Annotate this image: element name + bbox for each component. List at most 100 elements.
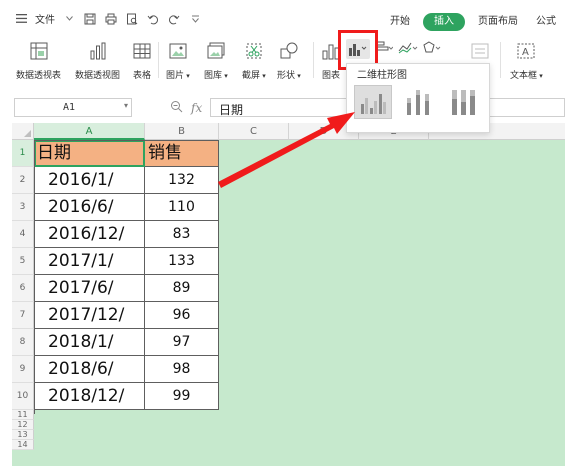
picture-button[interactable]: 图片 ▾ (166, 40, 190, 81)
row-header-4[interactable]: 4 (12, 221, 34, 248)
column-header-b[interactable]: B (145, 123, 219, 140)
table-cell-date[interactable]: 2016/12/ (34, 221, 145, 248)
pivot-chart-icon (87, 40, 109, 62)
clustered-column-icon (361, 94, 386, 114)
table-cell-sales[interactable]: 133 (145, 248, 219, 275)
zoom-search-icon[interactable] (170, 100, 183, 116)
picture-label: 图片 ▾ (166, 71, 190, 81)
textbox-label: 文本框 ▾ (510, 71, 543, 81)
hamburger-menu-icon[interactable] (14, 12, 28, 26)
table-cell-date[interactable]: 2017/6/ (34, 275, 145, 302)
table-cell-sales[interactable]: 97 (145, 329, 219, 356)
row-header-11[interactable]: 11 (12, 410, 34, 420)
chevron-down-icon[interactable] (62, 12, 76, 26)
ribbon-separator (313, 42, 314, 78)
screenshot-label: 截屏 ▾ (242, 71, 266, 81)
gallery-label: 图库 ▾ (204, 71, 228, 81)
line-chart-icon[interactable] (398, 39, 418, 57)
quick-access: 文件 (14, 11, 202, 26)
print-icon[interactable] (104, 12, 118, 26)
column-header-a[interactable]: A (34, 123, 145, 140)
table-icon (131, 40, 153, 62)
name-box[interactable]: A1 ▾ (14, 98, 132, 117)
scissors-icon (243, 40, 265, 62)
table-cell-sales[interactable]: 89 (145, 275, 219, 302)
spreadsheet-grid[interactable]: ABCDE 1234567891011121314 日期销售2016/1/132… (12, 123, 565, 466)
textbox-button[interactable]: A 文本框 ▾ (510, 40, 543, 81)
undo-icon[interactable] (146, 12, 160, 26)
row-header-13[interactable]: 13 (12, 430, 34, 440)
table-label: 表格 (132, 71, 151, 81)
cell-b1-header[interactable]: 销售 (145, 140, 219, 167)
shapes-label: 形状 ▾ (277, 71, 301, 81)
table-cell-date[interactable]: 2016/6/ (34, 194, 145, 221)
gallery-button[interactable]: 图库 ▾ (204, 40, 228, 81)
table-cell-date[interactable]: 2017/12/ (34, 302, 145, 329)
table-cell-sales[interactable]: 110 (145, 194, 219, 221)
row-header-8[interactable]: 8 (12, 329, 34, 356)
table-cell-date[interactable]: 2018/12/ (34, 383, 145, 410)
table-cell-sales[interactable]: 98 (145, 356, 219, 383)
row-header-6[interactable]: 6 (12, 275, 34, 302)
pivot-chart-button[interactable]: 数据透视图 (75, 40, 120, 81)
ribbon-tabs: 开始 插入 页面布局 公式 (381, 13, 565, 31)
table-cell-sales[interactable]: 99 (145, 383, 219, 410)
gallery-icon (205, 40, 227, 62)
row-header-9[interactable]: 9 (12, 356, 34, 383)
percent-stacked-column-option[interactable] (444, 85, 482, 119)
tab-home[interactable]: 开始 (381, 13, 419, 31)
column-chart-dropdown: 二维柱形图 (346, 63, 490, 133)
chart-template-icon (469, 40, 491, 62)
svg-text:A: A (522, 47, 529, 58)
row-header-7[interactable]: 7 (12, 302, 34, 329)
redo-icon[interactable] (167, 12, 181, 26)
row-header-5[interactable]: 5 (12, 248, 34, 275)
picture-icon (167, 40, 189, 62)
formula-tools: fx (170, 100, 202, 116)
chart-type-buttons (374, 39, 442, 57)
clustered-column-option[interactable] (354, 85, 392, 119)
pivot-table-icon (28, 40, 50, 62)
table-cell-date[interactable]: 2016/1/ (34, 167, 145, 194)
screenshot-button[interactable]: 截屏 ▾ (242, 40, 266, 81)
row-header-2[interactable]: 2 (12, 167, 34, 194)
select-all-corner[interactable] (12, 123, 34, 140)
menu-bar: 文件 开始 插入 页面布局 公式 (0, 0, 565, 34)
pie-chart-icon[interactable] (422, 39, 442, 57)
file-menu[interactable]: 文件 (35, 11, 55, 26)
table-cell-sales[interactable]: 96 (145, 302, 219, 329)
table-cell-date[interactable]: 2018/6/ (34, 356, 145, 383)
fx-icon[interactable]: fx (191, 101, 202, 115)
stacked-column-icon (407, 90, 429, 115)
save-icon[interactable] (83, 12, 97, 26)
tab-page-layout[interactable]: 页面布局 (469, 13, 527, 31)
table-cell-sales[interactable]: 132 (145, 167, 219, 194)
table-cell-sales[interactable]: 83 (145, 221, 219, 248)
dropdown-title: 二维柱形图 (357, 70, 407, 81)
cell-a1-header[interactable]: 日期 (34, 140, 145, 167)
shapes-button[interactable]: 形状 ▾ (277, 40, 301, 81)
cell-reference: A1 (62, 102, 76, 113)
table-cell-date[interactable]: 2018/1/ (34, 329, 145, 356)
textbox-icon: A (515, 40, 537, 62)
row-header-14[interactable]: 14 (12, 440, 34, 450)
column-header-c[interactable]: C (219, 123, 289, 140)
tab-insert[interactable]: 插入 (423, 13, 465, 31)
row-header-1[interactable]: 1 (12, 140, 34, 167)
shapes-icon (278, 40, 300, 62)
tab-formulas[interactable]: 公式 (527, 13, 565, 31)
row-header-10[interactable]: 10 (12, 383, 34, 410)
table-button[interactable]: 表格 (131, 40, 153, 81)
percent-stacked-column-icon (452, 90, 475, 115)
more-chart-button[interactable] (469, 40, 491, 62)
table-cell-date[interactable]: 2017/1/ (34, 248, 145, 275)
stacked-column-option[interactable] (399, 85, 437, 119)
pivot-table-button[interactable]: 数据透视表 (16, 40, 61, 81)
print-preview-icon[interactable] (125, 12, 139, 26)
row-header-3[interactable]: 3 (12, 194, 34, 221)
formula-value: 日期 (219, 103, 244, 117)
customize-toolbar-icon[interactable] (188, 12, 202, 26)
ribbon-separator (500, 42, 501, 78)
row-header-12[interactable]: 12 (12, 420, 34, 430)
chevron-down-icon[interactable]: ▾ (124, 101, 128, 110)
